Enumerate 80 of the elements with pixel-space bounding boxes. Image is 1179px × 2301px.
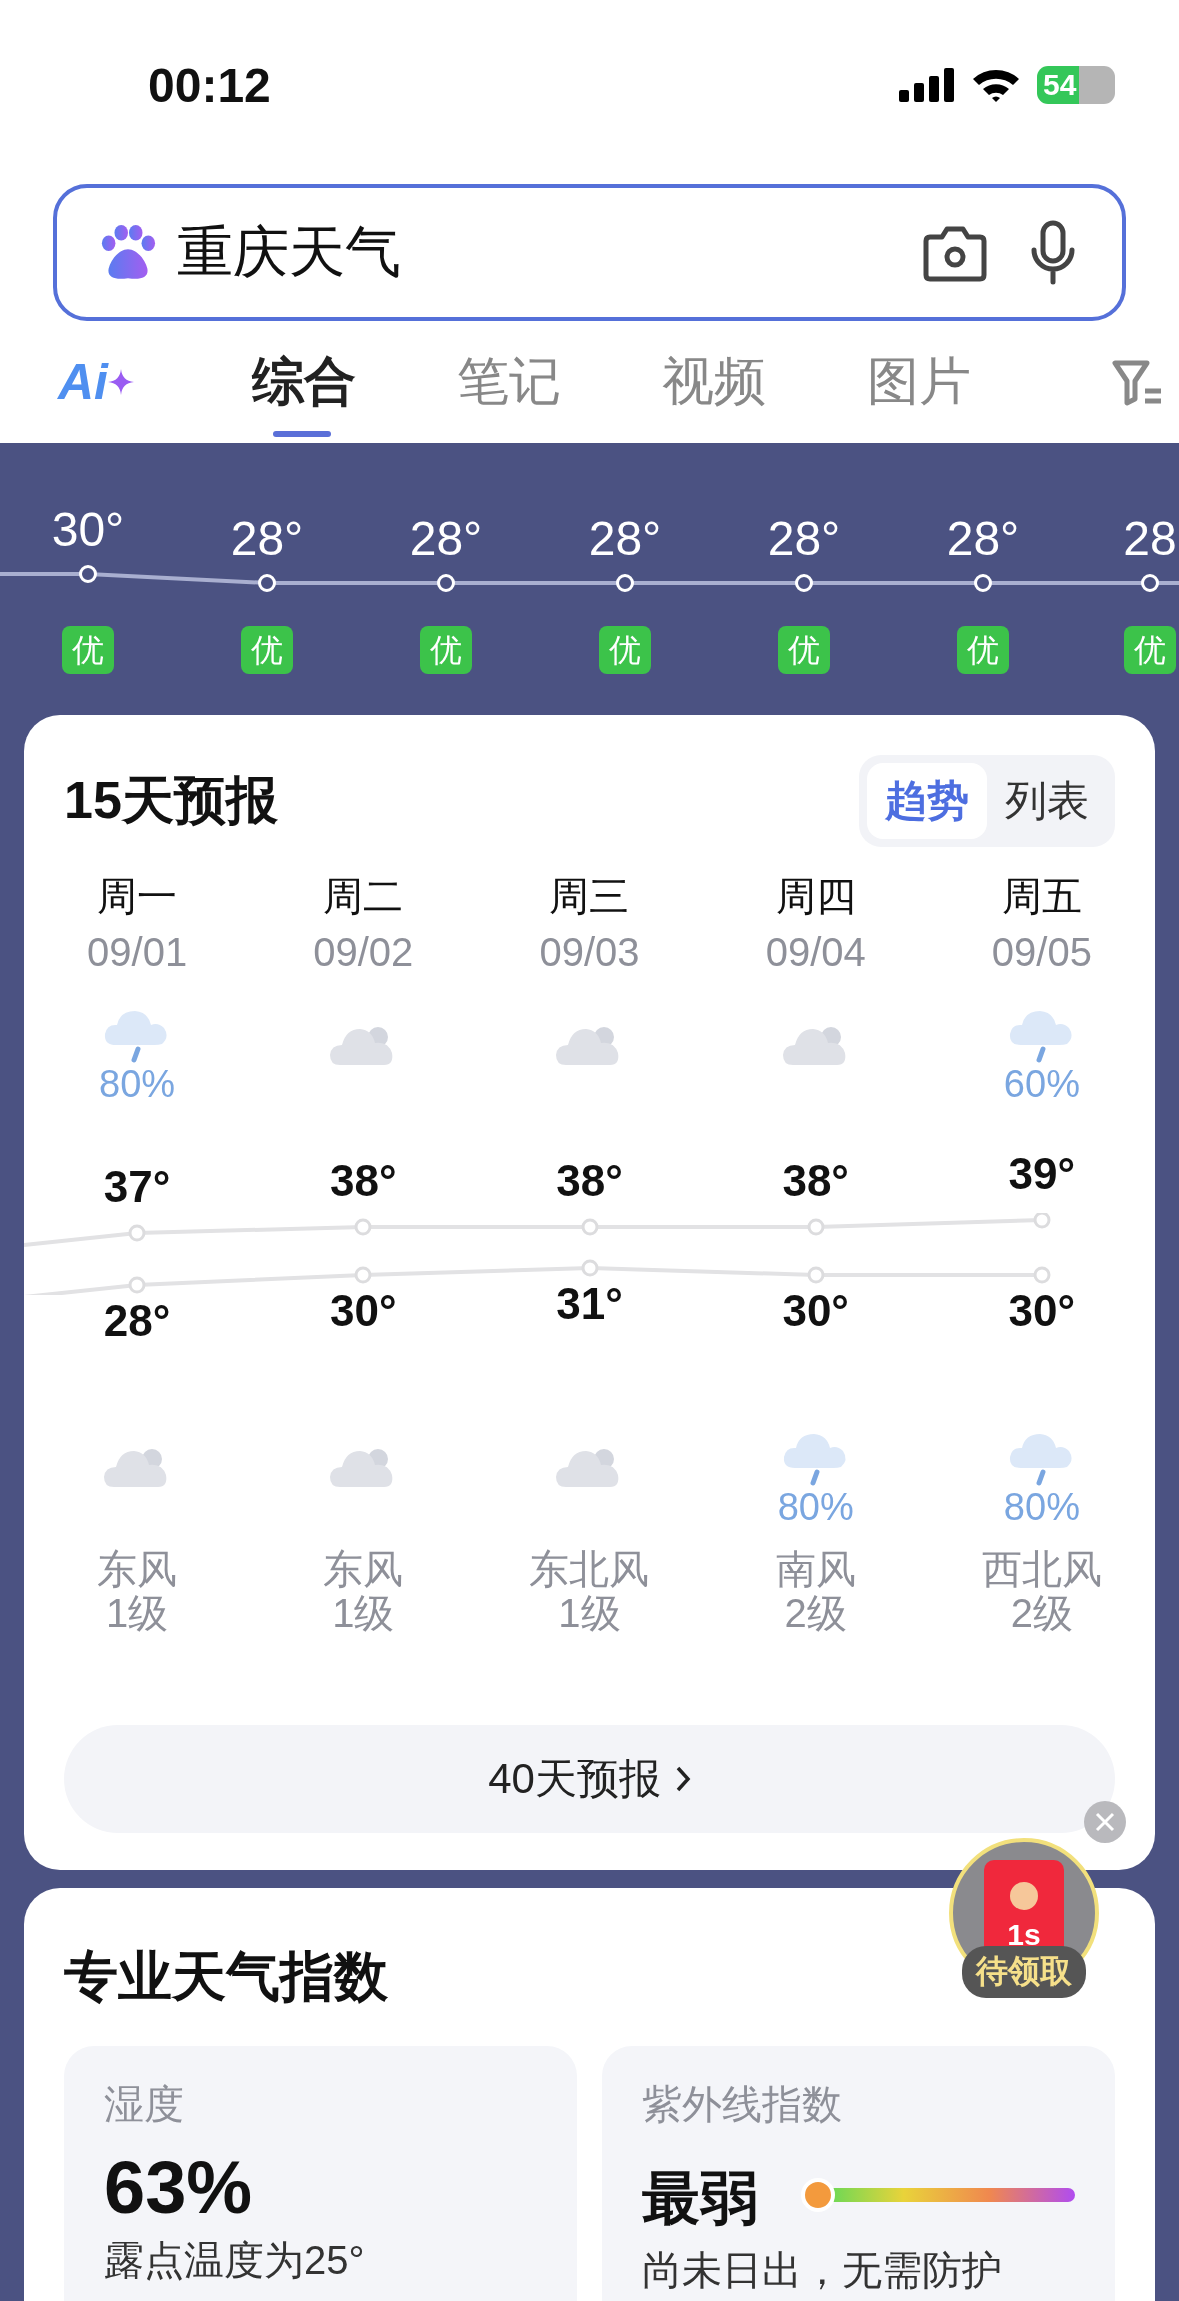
status-time: 00:12 [148,57,271,113]
date-label: 09/05 [991,929,1092,976]
air-quality-badge: 优 [957,626,1009,674]
index-tile[interactable]: 紫外线指数 最弱 尚未日出，无需防护 [602,2046,1115,2301]
air-quality-badge: 优 [1124,626,1176,674]
low-temperature: 30° [330,1285,397,1337]
search-tab[interactable]: 综合 [201,321,406,443]
date-label: 09/02 [313,929,414,976]
index-label: 湿度 [104,2081,185,2128]
index-tile[interactable]: 湿度 63% 露点温度为25° [64,2046,577,2301]
wind-direction: 西北风 [981,1547,1102,1591]
hourly-temperature: 28 [1123,511,1177,567]
paw-logo-icon [99,223,157,282]
weekday-label: 周一 [97,873,178,920]
air-quality-badge: 优 [778,626,830,674]
wind-level: 2级 [1010,1591,1073,1635]
wifi-icon [971,67,1021,103]
trend-point [437,574,455,592]
air-quality-badge: 优 [599,626,651,674]
trend-point [79,565,97,583]
search-field[interactable]: 重庆天气 [53,184,1126,321]
signal-icon [899,68,955,102]
low-temperature: 30° [1008,1285,1076,1337]
weekday-label: 周三 [549,873,630,920]
date-label: 09/04 [765,929,866,976]
search-tab[interactable]: 笔记 [406,321,611,443]
card-title: 专业天气指数 [64,1945,388,2008]
wind-level: 1级 [558,1591,621,1635]
high-temperature: 38° [330,1155,397,1207]
wind-level: 2级 [784,1591,847,1635]
air-quality-badge: 优 [420,626,472,674]
weekday-label: 周五 [1001,873,1082,920]
hourly-temperature: 28° [409,511,483,567]
view-option[interactable]: 趋势 [867,763,987,839]
precipitation-chance: 80% [1003,1486,1080,1529]
battery-icon: 54 [1037,66,1115,104]
hourly-temperature: 28° [946,511,1020,567]
forecast-40-day-button[interactable]: 40天预报 [64,1725,1115,1833]
trend-point [258,574,276,592]
index-value: 63% [104,2145,254,2231]
high-temperature: 38° [782,1155,849,1207]
trend-point [795,574,813,592]
weekday-label: 周四 [775,873,856,920]
high-temperature: 39° [1008,1148,1076,1200]
index-note: 露点温度为25° [104,2237,366,2284]
index-note: 尚未日出，无需防护 [642,2247,1003,2294]
trend-point [974,574,992,592]
high-temperature: 38° [556,1155,623,1207]
index-value: 最弱 [642,2164,758,2232]
search-tab[interactable]: 视频 [611,321,816,443]
hourly-temperature: 28° [767,511,841,567]
chevron-right-icon [674,1765,691,1793]
low-temperature: 28° [103,1295,171,1347]
air-quality-badge: 优 [62,626,114,674]
wind-direction: 东风 [97,1547,178,1591]
trend-point [1141,574,1159,592]
card-title: 15天预报 [64,770,278,831]
hourly-temperature: 28° [588,511,662,567]
wind-level: 1级 [105,1591,169,1635]
wind-direction: 东北风 [529,1547,650,1591]
air-quality-badge: 优 [241,626,293,674]
hourly-temperature: 28° [230,511,304,567]
search-tab[interactable]: 图片 [816,321,1021,443]
low-temperature: 31° [556,1278,623,1330]
reward-widget[interactable]: 1s 待领取 [949,1838,1099,1998]
precipitation-chance: 80% [777,1486,854,1529]
index-label: 紫外线指数 [642,2081,843,2128]
wind-level: 1级 [332,1591,395,1635]
precipitation-chance: 60% [1003,1063,1080,1106]
low-temperature: 30° [782,1285,849,1337]
date-label: 09/03 [539,929,640,976]
high-temperature: 37° [103,1161,171,1213]
trend-point [616,574,634,592]
weekday-label: 周二 [323,873,404,920]
wind-direction: 东风 [323,1547,404,1591]
view-option[interactable]: 列表 [987,763,1107,839]
wind-direction: 南风 [775,1547,856,1591]
date-label: 09/01 [87,929,188,976]
precipitation-chance: 80% [99,1063,176,1106]
hourly-temperature: 30° [51,502,125,558]
